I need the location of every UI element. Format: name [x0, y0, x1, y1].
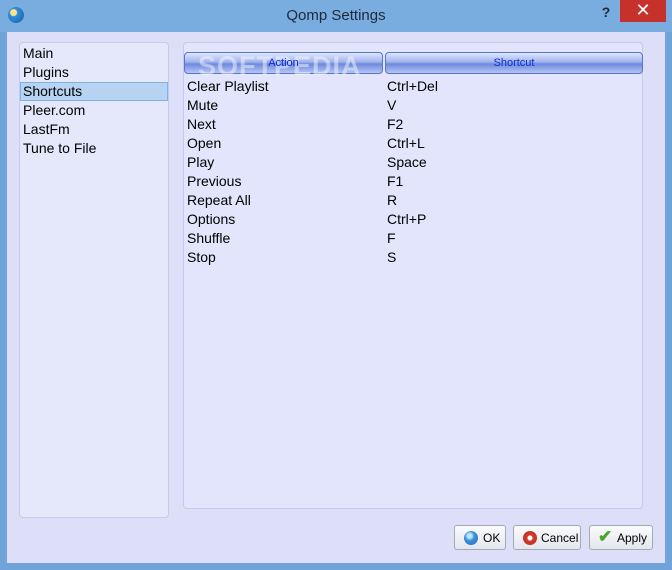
apply-button[interactable]: ✔ Apply: [589, 525, 653, 550]
table-row[interactable]: Repeat All R: [184, 191, 642, 210]
table-row[interactable]: Stop S: [184, 248, 642, 267]
shortcut-cell[interactable]: V: [387, 96, 396, 115]
action-cell: Stop: [187, 249, 216, 265]
action-cell: Next: [187, 116, 216, 132]
shortcut-cell[interactable]: S: [387, 248, 396, 267]
shortcut-cell[interactable]: F2: [387, 115, 403, 134]
table-row[interactable]: Open Ctrl+L: [184, 134, 642, 153]
table-row[interactable]: Previous F1: [184, 172, 642, 191]
action-cell: Mute: [187, 97, 219, 113]
shortcut-cell[interactable]: Ctrl+L: [387, 134, 425, 153]
shortcut-cell[interactable]: F1: [387, 172, 403, 191]
table-row[interactable]: Play Space: [184, 153, 642, 172]
shortcut-rows: Clear Playlist Ctrl+Del Mute V Next F2 Open…: [184, 77, 642, 267]
shortcut-cell[interactable]: Space: [387, 153, 427, 172]
close-button[interactable]: ✕: [620, 0, 666, 22]
action-cell: Options: [187, 211, 236, 227]
shortcut-cell[interactable]: Ctrl+Del: [387, 77, 438, 96]
shortcut-cell[interactable]: R: [387, 191, 397, 210]
checkmark-icon: ✔: [598, 527, 613, 546]
shortcut-cell[interactable]: Ctrl+P: [387, 210, 426, 229]
table-row[interactable]: Options Ctrl+P: [184, 210, 642, 229]
globe-ok-icon: [464, 531, 478, 545]
shortcuts-table: SOFTPEDIA Action Shortcut Clear Playlist…: [183, 42, 643, 509]
title-bar: Qomp Settings ? ✕: [0, 0, 672, 32]
window-title: Qomp Settings: [286, 7, 386, 24]
cancel-button-label: Cancel: [541, 531, 579, 545]
dialog-body: Main Plugins Shortcuts Pleer.com LastFm …: [7, 32, 665, 563]
apply-button-label: Apply: [617, 531, 648, 545]
category-item-plugins[interactable]: Plugins: [21, 63, 167, 82]
cancel-icon: [523, 531, 537, 545]
ok-button-label: OK: [483, 531, 501, 545]
action-cell: Previous: [187, 173, 242, 189]
shortcut-cell[interactable]: F: [387, 229, 396, 248]
column-header-action-label: Action: [268, 57, 299, 69]
column-header-action[interactable]: SOFTPEDIA Action: [184, 52, 383, 80]
help-button[interactable]: ?: [596, 3, 616, 23]
category-list[interactable]: Main Plugins Shortcuts Pleer.com LastFm …: [19, 42, 169, 518]
category-item-main[interactable]: Main: [21, 44, 167, 63]
column-header-shortcut-label: Shortcut: [493, 57, 535, 69]
column-header-shortcut[interactable]: Shortcut: [385, 52, 643, 74]
table-row[interactable]: Next F2: [184, 115, 642, 134]
action-cell: Play: [187, 154, 215, 170]
action-cell: Repeat All: [187, 192, 251, 208]
table-row[interactable]: Shuffle F: [184, 229, 642, 248]
category-item-tune-to-file[interactable]: Tune to File: [21, 139, 167, 158]
category-item-shortcuts[interactable]: Shortcuts: [20, 82, 168, 101]
category-item-lastfm[interactable]: LastFm: [21, 120, 167, 139]
table-row[interactable]: Mute V: [184, 96, 642, 115]
category-item-pleer[interactable]: Pleer.com: [21, 101, 167, 120]
action-cell: Shuffle: [187, 230, 231, 246]
ok-button[interactable]: OK: [454, 525, 506, 550]
cancel-button[interactable]: Cancel: [513, 525, 581, 550]
action-cell: Open: [187, 135, 222, 151]
